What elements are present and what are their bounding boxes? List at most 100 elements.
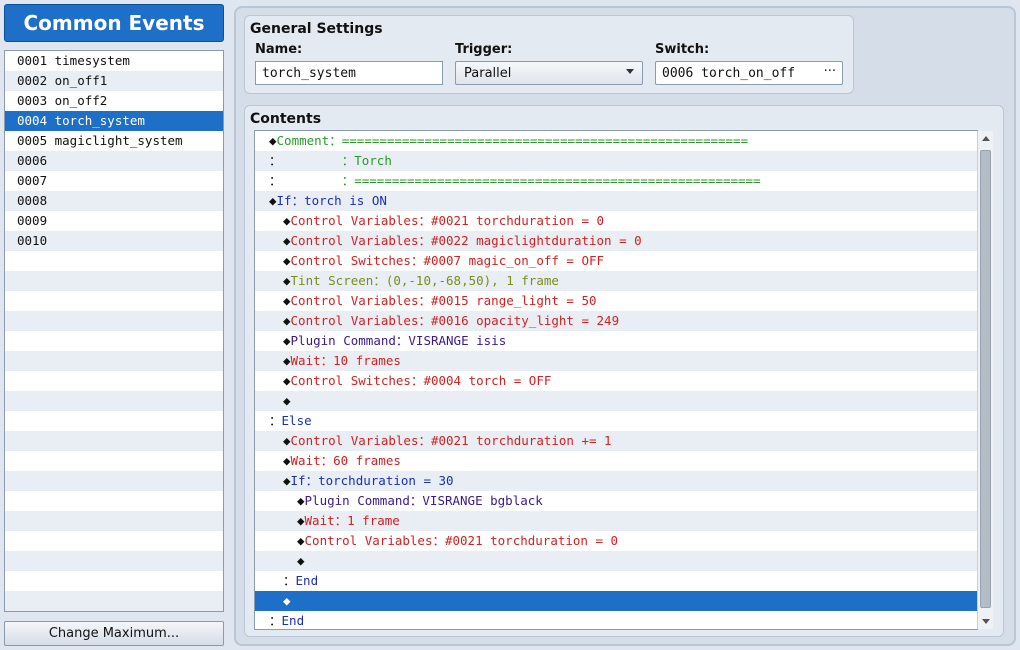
- command-row[interactable]: ◆Control Variables：#0021 torchduration =…: [255, 531, 977, 551]
- ellipsis-icon[interactable]: ···: [824, 64, 836, 79]
- event-list-item[interactable]: 0009: [5, 211, 223, 231]
- command-row[interactable]: ：End: [255, 571, 977, 591]
- command-row[interactable]: ◆Plugin Command：VISRANGE isis: [255, 331, 977, 351]
- continuation-mark: ：: [283, 573, 296, 588]
- event-list-item[interactable]: [5, 551, 223, 571]
- event-list-item[interactable]: 0008: [5, 191, 223, 211]
- event-list-item[interactable]: [5, 511, 223, 531]
- command-text: Control Switches：#0007 magic_on_off = OF…: [290, 253, 605, 268]
- command-row[interactable]: ◆Comment：===============================…: [255, 131, 977, 151]
- event-list-item[interactable]: 0003 on_off2: [5, 91, 223, 111]
- event-list-item[interactable]: [5, 391, 223, 411]
- event-list-item[interactable]: 0005 magiclight_system: [5, 131, 223, 151]
- scroll-down-icon[interactable]: [978, 614, 993, 629]
- event-list-item[interactable]: [5, 431, 223, 451]
- continuation-mark: ：: [269, 413, 282, 428]
- command-row[interactable]: ◆Tint Screen：(0,-10,-68,50), 1 frame: [255, 271, 977, 291]
- command-text: Control Variables：#0021 torchduration = …: [304, 533, 619, 548]
- event-list-item[interactable]: [5, 331, 223, 351]
- event-list-item[interactable]: [5, 571, 223, 591]
- command-text: If：torch is ON: [276, 193, 387, 208]
- event-list-item[interactable]: [5, 491, 223, 511]
- command-row[interactable]: ：Else: [255, 411, 977, 431]
- scrollbar-thumb[interactable]: [980, 150, 991, 608]
- diamond-icon: ◆: [283, 353, 291, 368]
- diamond-icon: ◆: [297, 533, 305, 548]
- switch-value: 0006 torch_on_off: [662, 65, 796, 81]
- contents-title: Contents: [250, 111, 322, 127]
- event-list-item[interactable]: [5, 351, 223, 371]
- command-row[interactable]: ◆Control Variables：#0015 range_light = 5…: [255, 291, 977, 311]
- diamond-icon: ◆: [297, 493, 305, 508]
- continuation-mark: ：: [269, 173, 282, 188]
- trigger-label: Trigger:: [455, 42, 513, 57]
- diamond-icon: ◆: [283, 593, 291, 608]
- event-list-item[interactable]: [5, 311, 223, 331]
- command-row[interactable]: ◆Wait：10 frames: [255, 351, 977, 371]
- event-list-item[interactable]: [5, 531, 223, 551]
- event-list-item[interactable]: 0007: [5, 171, 223, 191]
- event-list-item[interactable]: [5, 271, 223, 291]
- common-events-list[interactable]: 0001 timesystem 0002 on_off1 0003 on_off2 0…: [4, 50, 224, 612]
- trigger-select[interactable]: Parallel: [455, 61, 643, 85]
- name-field[interactable]: [255, 61, 443, 85]
- change-maximum-button[interactable]: Change Maximum...: [4, 621, 224, 646]
- command-text: Wait：60 frames: [290, 453, 401, 468]
- command-list[interactable]: ◆Comment：===============================…: [254, 130, 978, 630]
- event-list-item[interactable]: 0002 on_off1: [5, 71, 223, 91]
- contents-scrollbar[interactable]: [977, 131, 993, 629]
- command-row[interactable]: ◆Wait：60 frames: [255, 451, 977, 471]
- event-list-item[interactable]: [5, 291, 223, 311]
- command-row[interactable]: ◆Wait：1 frame: [255, 511, 977, 531]
- command-row[interactable]: ◆Control Variables：#0016 opacity_light =…: [255, 311, 977, 331]
- diamond-icon: ◆: [283, 333, 291, 348]
- event-list-item[interactable]: 0001 timesystem: [5, 51, 223, 71]
- command-row[interactable]: ： ：=====================================…: [255, 171, 977, 191]
- switch-field[interactable]: 0006 torch_on_off ···: [655, 61, 843, 85]
- event-list-item[interactable]: 0004 torch_system: [5, 111, 223, 131]
- command-row[interactable]: ◆Plugin Command：VISRANGE bgblack: [255, 491, 977, 511]
- command-row[interactable]: ◆: [255, 591, 977, 611]
- diamond-icon: ◆: [283, 393, 291, 408]
- switch-label: Switch:: [655, 42, 710, 57]
- command-row[interactable]: ： ：Torch: [255, 151, 977, 171]
- command-text: Plugin Command：VISRANGE bgblack: [304, 493, 543, 508]
- diamond-icon: ◆: [283, 313, 291, 328]
- command-row[interactable]: ◆Control Variables：#0022 magiclightdurat…: [255, 231, 977, 251]
- diamond-icon: ◆: [283, 273, 291, 288]
- command-row[interactable]: ：End: [255, 611, 977, 629]
- command-row[interactable]: ◆: [255, 391, 977, 411]
- event-list-item[interactable]: [5, 251, 223, 271]
- command-text: Else: [281, 413, 312, 428]
- diamond-icon: ◆: [283, 453, 291, 468]
- diamond-icon: ◆: [269, 133, 277, 148]
- chevron-down-icon: [626, 69, 634, 74]
- command-row[interactable]: ◆If：torchduration = 30: [255, 471, 977, 491]
- event-list-item[interactable]: [5, 591, 223, 611]
- event-list-item[interactable]: [5, 471, 223, 491]
- command-text: Control Variables：#0021 torchduration +=…: [290, 433, 612, 448]
- command-row[interactable]: ◆Control Variables：#0021 torchduration =…: [255, 211, 977, 231]
- command-text: Comment：================================…: [276, 133, 749, 148]
- command-text: ：=======================================…: [281, 173, 761, 188]
- event-list-item[interactable]: [5, 411, 223, 431]
- command-text: Control Variables：#0022 magiclightdurati…: [290, 233, 642, 248]
- command-row[interactable]: ◆Control Switches：#0004 torch = OFF: [255, 371, 977, 391]
- event-list-item[interactable]: 0010: [5, 231, 223, 251]
- command-text: Control Switches：#0004 torch = OFF: [290, 373, 552, 388]
- command-text: Tint Screen：(0,-10,-68,50), 1 frame: [290, 273, 559, 288]
- command-row[interactable]: ◆Control Variables：#0021 torchduration +…: [255, 431, 977, 451]
- scroll-up-icon[interactable]: [978, 131, 993, 146]
- command-row[interactable]: ◆If：torch is ON: [255, 191, 977, 211]
- diamond-icon: ◆: [283, 473, 291, 488]
- name-label: Name:: [255, 42, 303, 57]
- continuation-mark: ：: [269, 153, 282, 168]
- event-list-item[interactable]: [5, 451, 223, 471]
- trigger-value: Parallel: [464, 65, 512, 81]
- common-events-title: Common Events: [4, 4, 224, 42]
- command-row[interactable]: ◆Control Switches：#0007 magic_on_off = O…: [255, 251, 977, 271]
- event-list-item[interactable]: [5, 371, 223, 391]
- event-list-item[interactable]: 0006: [5, 151, 223, 171]
- command-row[interactable]: ◆: [255, 551, 977, 571]
- diamond-icon: ◆: [297, 553, 305, 568]
